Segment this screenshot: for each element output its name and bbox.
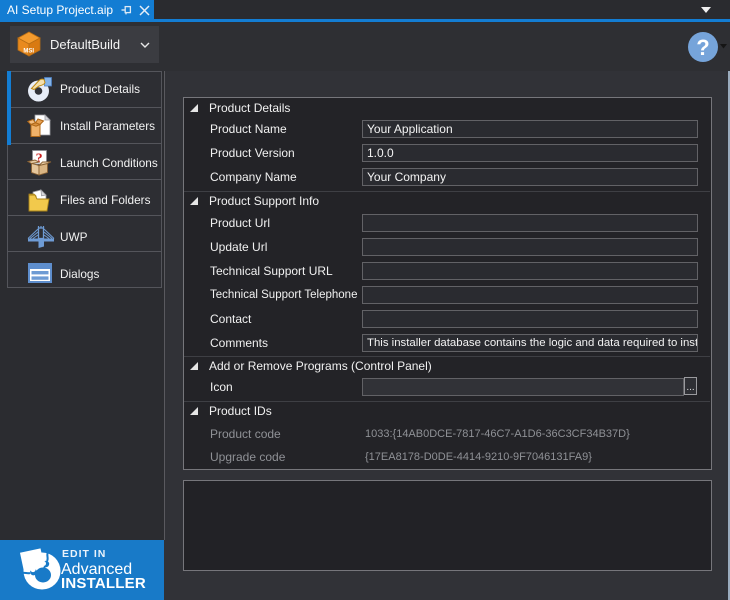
svg-text:MSI: MSI xyxy=(23,49,34,55)
